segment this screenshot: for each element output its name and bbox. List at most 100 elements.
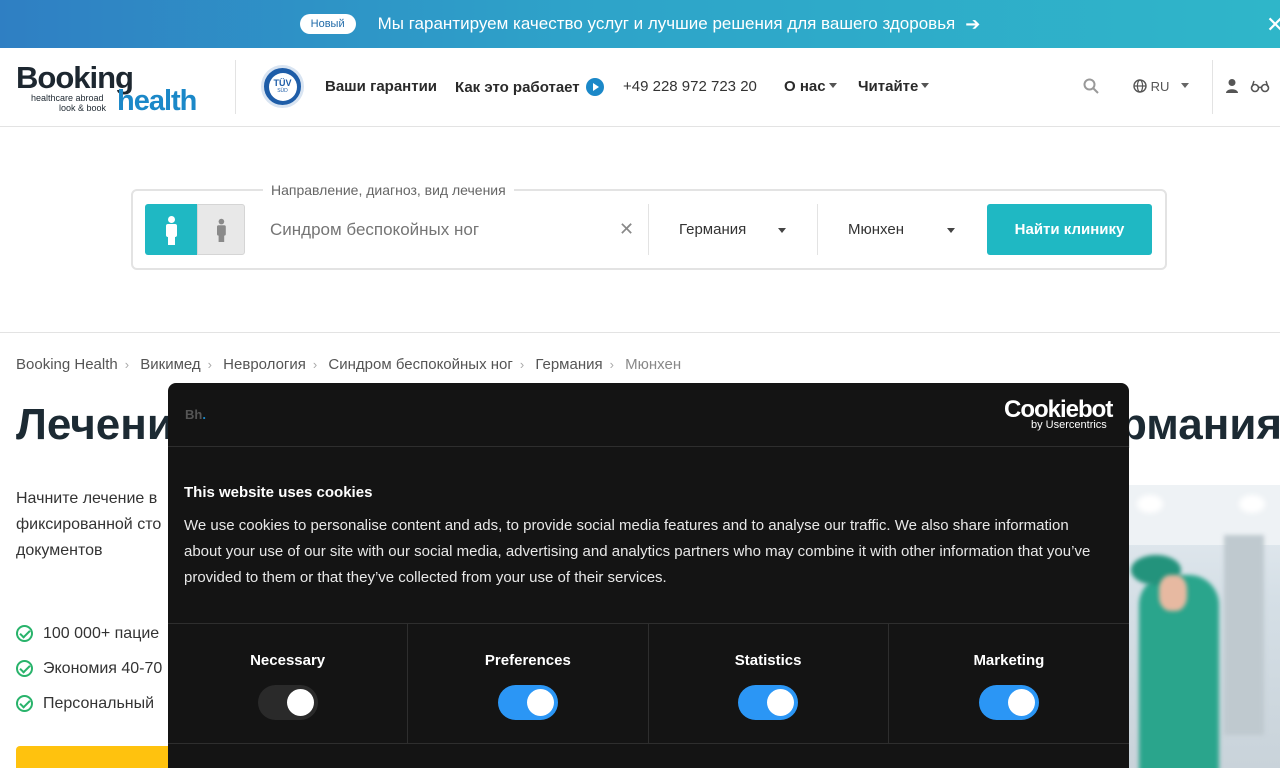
arrow-right-icon[interactable]: ➔ — [965, 14, 980, 35]
intro-line: документов — [16, 542, 103, 559]
benefits-list: 100 000+ пацие Экономия 40-70 Персональн… — [16, 616, 162, 721]
cookie-dialog-header: Bh. Cookiebot by Usercentrics — [168, 383, 1129, 447]
cookiebot-logo-sub: by Usercentrics — [1031, 419, 1107, 431]
cookie-category-marketing: Marketing — [889, 624, 1129, 744]
header-divider-right — [1212, 60, 1213, 114]
brand-text: Bh — [185, 407, 203, 422]
cookie-dialog-title: This website uses cookies — [184, 484, 373, 501]
page-title-end: рмания — [1120, 400, 1280, 449]
country-select[interactable]: Германия — [679, 221, 789, 238]
search-icon[interactable] — [1083, 78, 1099, 99]
breadcrumb-separator-icon: › — [312, 357, 318, 372]
necessary-toggle — [257, 685, 318, 720]
category-label: Necessary — [250, 652, 326, 669]
header-divider — [235, 60, 236, 114]
breadcrumb-item[interactable]: Синдром беспокойных ног — [328, 356, 512, 373]
cookie-category-preferences: Preferences — [408, 624, 649, 744]
breadcrumb-item[interactable]: Викимед — [140, 356, 200, 373]
city-select[interactable]: Мюнхен — [848, 221, 958, 238]
intro-line: Начните лечение в — [16, 490, 158, 507]
site-header: Booking healthcare abroad look & book he… — [0, 48, 1280, 127]
hero-image — [1129, 485, 1280, 768]
logo-tagline-1: healthcare abroad — [31, 93, 104, 103]
adult-icon — [165, 215, 177, 245]
child-button[interactable] — [197, 204, 245, 255]
nav-read-label: Читайте — [858, 78, 919, 95]
find-clinic-button[interactable]: Найти клинику — [987, 204, 1152, 255]
search-legend: Направление, диагноз, вид лечения — [263, 182, 514, 198]
page-title: Лечени — [16, 400, 174, 449]
tuv-subtext: SÜD — [277, 88, 288, 94]
breadcrumb-item[interactable]: Неврология — [223, 356, 306, 373]
search-input[interactable] — [258, 204, 638, 255]
nav-about[interactable]: О нас — [784, 78, 837, 95]
gender-toggle — [145, 204, 245, 255]
nav-phone[interactable]: +49 228 972 723 20 — [623, 78, 757, 95]
announcement-bar[interactable]: Новый Мы гарантируем качество услуг и лу… — [0, 0, 1280, 48]
adult-button[interactable] — [145, 204, 197, 255]
close-icon[interactable]: ✕ — [1266, 12, 1280, 38]
chevron-down-icon — [828, 83, 837, 88]
cookie-dialog-text: We use cookies to personalise content an… — [184, 517, 1091, 586]
marketing-toggle[interactable] — [978, 685, 1039, 720]
breadcrumb-item[interactable]: Германия — [535, 356, 602, 373]
globe-icon — [1133, 79, 1147, 93]
cookie-consent-dialog: Bh. Cookiebot by Usercentrics This websi… — [168, 383, 1129, 768]
chevron-down-icon — [947, 228, 955, 233]
user-icon[interactable] — [1225, 78, 1239, 99]
search-divider — [648, 204, 649, 255]
preferences-toggle[interactable] — [497, 685, 558, 720]
logo-tagline-2: look & book — [59, 103, 107, 113]
nav-how-it-works[interactable]: Как это работает — [455, 78, 604, 96]
intro-text: Начните лечение в фиксированной сто доку… — [16, 486, 176, 564]
benefit-text: Экономия 40-70 — [43, 659, 163, 677]
section-divider — [0, 332, 1280, 333]
benefit-text: Персональный — [43, 694, 155, 712]
check-circle-icon — [16, 625, 33, 642]
cookie-category-necessary: Necessary — [168, 624, 409, 744]
site-brand-logo: Bh. — [185, 407, 206, 422]
search-divider — [817, 204, 818, 255]
intro-line: фиксированной сто — [16, 516, 162, 533]
breadcrumb-separator-icon: › — [609, 357, 614, 372]
breadcrumb-current: Мюнхен — [625, 356, 682, 373]
breadcrumb-separator-icon: › — [519, 357, 525, 372]
logo-health: health — [117, 85, 197, 117]
chevron-down-icon — [1181, 83, 1190, 88]
nav-how-it-works-label: Как это работает — [455, 79, 580, 96]
logo-booking: Booking — [16, 60, 134, 95]
tuv-badge[interactable]: TÜV SÜD — [261, 65, 304, 108]
clear-icon[interactable]: ✕ — [619, 219, 634, 240]
list-item: 100 000+ пацие — [16, 616, 162, 651]
glasses-icon[interactable] — [1250, 79, 1270, 98]
breadcrumb-separator-icon: › — [124, 357, 130, 372]
nav-guarantees[interactable]: Ваши гарантии — [325, 78, 437, 95]
chevron-down-icon — [921, 83, 930, 88]
category-label: Preferences — [484, 652, 571, 669]
country-value: Германия — [679, 221, 747, 238]
tuv-text: TÜV — [273, 78, 292, 88]
check-circle-icon — [16, 660, 33, 677]
cta-button[interactable] — [16, 746, 176, 768]
category-label: Statistics — [734, 652, 802, 669]
benefit-text: 100 000+ пацие — [43, 624, 160, 642]
check-circle-icon — [16, 695, 33, 712]
category-label: Marketing — [973, 652, 1045, 669]
language-selector[interactable]: RU — [1133, 79, 1190, 94]
new-badge: Новый — [299, 14, 356, 34]
statistics-toggle[interactable] — [738, 685, 799, 720]
breadcrumb-separator-icon: › — [207, 357, 212, 372]
breadcrumb-item[interactable]: Booking Health — [16, 356, 118, 373]
child-icon — [216, 218, 226, 242]
cookie-category-statistics: Statistics — [649, 624, 889, 744]
language-label: RU — [1150, 79, 1170, 94]
list-item: Персональный — [16, 686, 162, 721]
nav-read[interactable]: Читайте — [858, 78, 930, 95]
city-value: Мюнхен — [848, 221, 904, 238]
play-icon — [585, 78, 604, 96]
announcement-text[interactable]: Мы гарантируем качество услуг и лучшие р… — [378, 14, 956, 34]
site-logo[interactable]: Booking healthcare abroad look & book he… — [16, 60, 216, 117]
chevron-down-icon — [778, 228, 786, 233]
cookie-categories: Necessary Preferences Statistics Marketi… — [168, 623, 1129, 744]
breadcrumb: Booking Health › Викимед › Неврология › Син… — [16, 356, 681, 373]
